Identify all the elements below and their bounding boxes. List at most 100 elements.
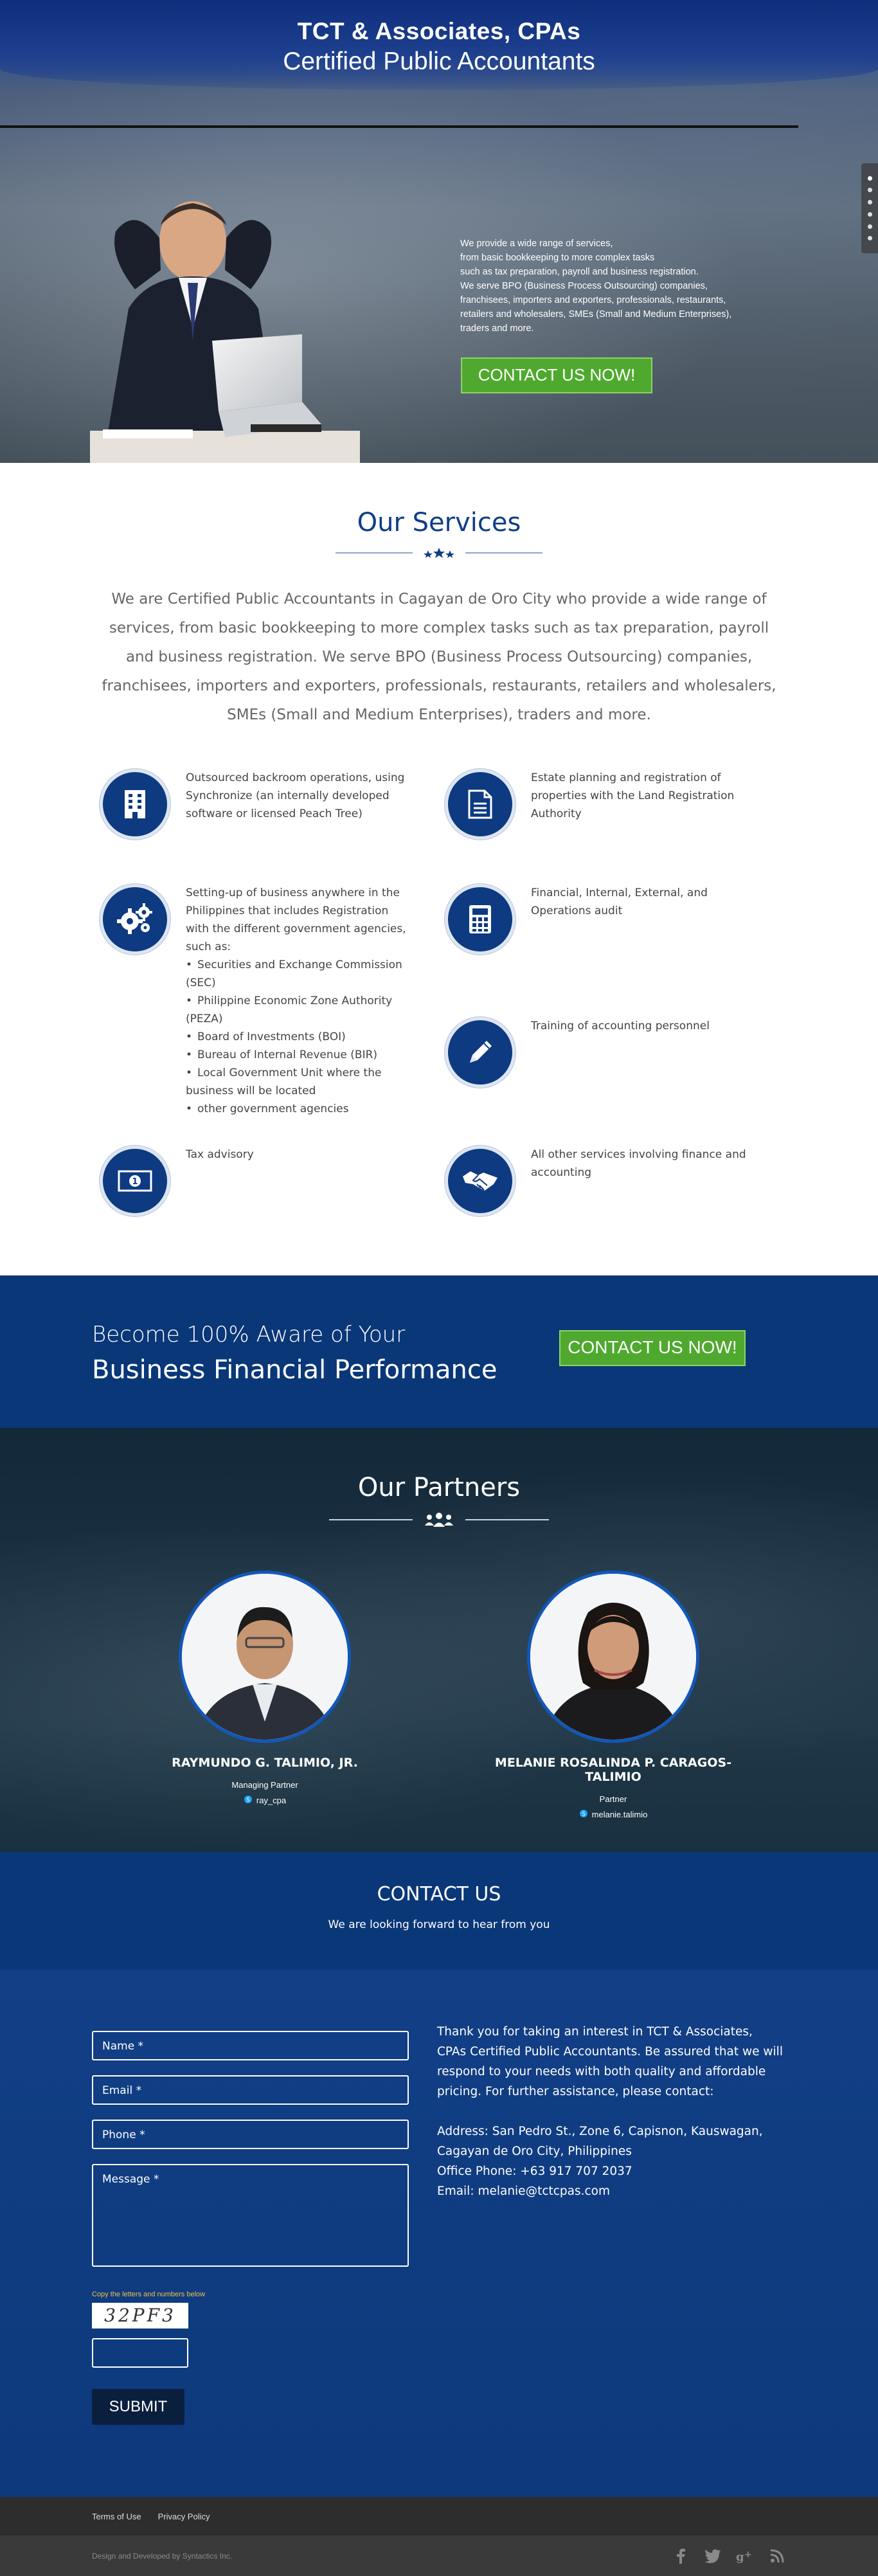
skype-icon: S xyxy=(244,1795,253,1806)
hero-copy-line: We serve BPO (Business Process Outsourci… xyxy=(460,281,708,291)
partner-card: MELANIE ROSALINDA P. CARAGOS-TALIMIO Par… xyxy=(478,1571,748,1820)
partner-role: Managing Partner xyxy=(231,1780,298,1790)
contact-subtitle: We are looking forward to hear from you xyxy=(328,1918,550,1931)
contact-title: CONTACT US xyxy=(377,1883,501,1905)
cta-heading-line1: Become 100% Aware of Your xyxy=(92,1322,406,1347)
list-item: Local Government Unit where the business… xyxy=(186,1064,411,1100)
service-item: 1 Tax advisory xyxy=(100,1146,421,1216)
services-intro: We are Certified Public Accountants in C… xyxy=(102,591,776,723)
hero-divider-line xyxy=(0,125,798,128)
list-item: Board of Investments (BOI) xyxy=(186,1028,411,1046)
captcha-label: Copy the letters and numbers below xyxy=(92,2291,206,2298)
services-title: Our Services xyxy=(357,508,521,537)
slide-dot-4[interactable] xyxy=(867,212,872,217)
footer-links: Terms of Use Privacy Policy xyxy=(0,2497,878,2535)
contact-intro: Thank you for taking an interest in TCT … xyxy=(437,2025,783,2098)
captcha-image: 32PF3 xyxy=(92,2303,188,2328)
divider-line-right xyxy=(465,552,542,554)
partner-name: MELANIE ROSALINDA P. CARAGOS-TALIMIO xyxy=(494,1756,732,1784)
hero-title-banner xyxy=(0,0,878,90)
service-item: All other services involving finance and… xyxy=(445,1146,779,1216)
hero-description: We provide a wide range of services, fro… xyxy=(460,237,769,336)
partners-title: Our Partners xyxy=(357,1473,521,1502)
people-group-icon xyxy=(423,1513,455,1527)
google-plus-icon[interactable]: g + xyxy=(736,2547,754,2565)
service-text-lead: Setting-up of business anywhere in the P… xyxy=(186,887,406,953)
hero-section: TCT & Associates, CPAs Certified Public … xyxy=(0,0,878,463)
money-icon: 1 xyxy=(100,1146,170,1216)
slide-dot-2[interactable] xyxy=(867,188,872,193)
service-text: Training of accounting personnel xyxy=(531,1020,710,1032)
list-item: other government agencies xyxy=(186,1100,411,1118)
message-field[interactable]: Message * xyxy=(92,2164,409,2267)
service-item: Setting-up of business anywhere in the P… xyxy=(100,884,434,1118)
banner-contact-button[interactable]: CONTACT US NOW! xyxy=(559,1330,746,1366)
facebook-icon[interactable] xyxy=(672,2547,690,2565)
twitter-icon[interactable] xyxy=(704,2547,722,2565)
footer: Terms of Use Privacy Policy Design and D… xyxy=(0,2497,878,2576)
svg-text:S: S xyxy=(582,1812,586,1818)
divider-line-right xyxy=(465,1519,549,1520)
slide-dot-6[interactable] xyxy=(867,236,872,241)
service-text: Financial, Internal, External, and Opera… xyxy=(531,887,708,917)
svg-text:g: g xyxy=(736,2550,744,2563)
svg-text:+: + xyxy=(744,2550,752,2560)
skype-handle: ray_cpa xyxy=(256,1796,287,1805)
hero-copy-line: such as tax preparation, payroll and bus… xyxy=(460,267,699,277)
service-text: Outsourced backroom operations, using Sy… xyxy=(186,771,405,820)
service-text: All other services involving finance and… xyxy=(531,1148,746,1179)
contact-header: CONTACT US We are looking forward to hea… xyxy=(0,1852,878,1970)
hero-contact-button[interactable]: CONTACT US NOW! xyxy=(461,357,652,393)
rss-icon[interactable] xyxy=(768,2547,786,2565)
email-field[interactable]: Email * xyxy=(92,2075,409,2105)
gears-icon xyxy=(100,884,170,955)
phone-field[interactable]: Phone * xyxy=(92,2120,409,2149)
partner-photo xyxy=(527,1571,699,1743)
document-icon xyxy=(445,769,515,840)
skype-contact[interactable]: S melanie.talimio xyxy=(478,1809,748,1820)
terms-link[interactable]: Terms of Use xyxy=(92,2512,141,2521)
svg-text:1: 1 xyxy=(132,1177,138,1187)
service-item: Outsourced backroom operations, using Sy… xyxy=(100,769,421,840)
partner-card: RAYMUNDO G. TALIMIO, JR. Managing Partne… xyxy=(130,1571,400,1806)
list-item: Bureau of Internal Revenue (BIR) xyxy=(186,1046,411,1064)
businessman-with-laptop-image xyxy=(90,201,360,463)
site-title: TCT & Associates, CPAs xyxy=(297,18,581,44)
hero-copy-line: franchisees, importers and exporters, pr… xyxy=(460,295,726,305)
svg-text:S: S xyxy=(246,1797,250,1804)
captcha-input[interactable] xyxy=(92,2338,188,2368)
name-field[interactable]: Name * xyxy=(92,2031,409,2060)
contact-form-section: Name * Email * Phone * Message * Copy th… xyxy=(0,1970,878,2497)
privacy-link[interactable]: Privacy Policy xyxy=(158,2512,210,2521)
slide-dot-5[interactable] xyxy=(867,224,872,229)
service-item: Training of accounting personnel xyxy=(445,1017,779,1088)
services-section: Our Services We are Certified Public Acc… xyxy=(0,463,878,1275)
service-text: Setting-up of business anywhere in the P… xyxy=(186,884,411,1118)
service-item: Financial, Internal, External, and Opera… xyxy=(445,884,779,955)
divider-line-left xyxy=(329,1519,413,1520)
site-subtitle: Certified Public Accountants xyxy=(283,48,595,75)
partner-role: Partner xyxy=(599,1794,627,1804)
slide-dots-nav xyxy=(861,163,878,253)
hero-copy-line: We provide a wide range of services, xyxy=(460,239,613,249)
contact-phone: Office Phone: +63 917 707 2037 xyxy=(437,2165,632,2178)
skype-handle: melanie.talimio xyxy=(591,1810,648,1819)
submit-button[interactable]: SUBMIT xyxy=(92,2389,184,2425)
contact-address: Address: San Pedro St., Zone 6, Capisnon… xyxy=(437,2125,763,2158)
partners-section: Our Partners RAYMUNDO G. TALIMIO, JR. Ma… xyxy=(0,1428,878,1852)
partners-divider xyxy=(0,1513,878,1527)
partner-photo xyxy=(179,1571,351,1743)
pencil-icon xyxy=(445,1017,515,1088)
developer-credit: Design and Developed by Syntactics Inc. xyxy=(92,2551,233,2561)
social-links: g + xyxy=(672,2547,786,2565)
agency-list: Securities and Exchange Commission (SEC)… xyxy=(186,956,411,1118)
divider-line-left xyxy=(336,552,413,554)
slide-dot-3[interactable] xyxy=(867,200,872,205)
hero-copy-line: retailers and wholesalers, SMEs (Small a… xyxy=(460,309,732,320)
footer-credit-bar: Design and Developed by Syntactics Inc. … xyxy=(0,2535,878,2576)
skype-contact[interactable]: S ray_cpa xyxy=(130,1795,400,1806)
services-divider xyxy=(0,548,878,558)
slide-dot-1[interactable] xyxy=(867,176,872,181)
skype-icon: S xyxy=(579,1809,588,1820)
list-item: Securities and Exchange Commission (SEC) xyxy=(186,956,411,992)
